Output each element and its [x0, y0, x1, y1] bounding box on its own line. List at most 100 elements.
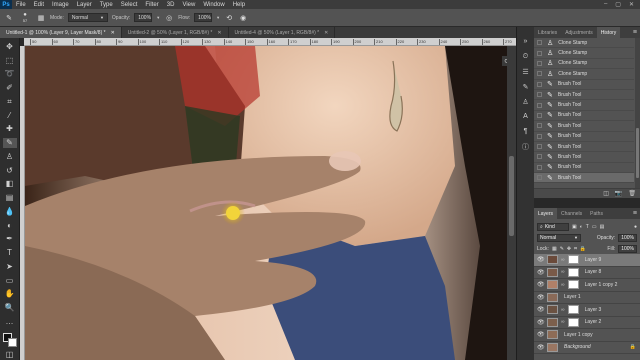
brush-preset-icon[interactable]: ● 57	[18, 12, 32, 23]
history-source-checkbox[interactable]	[537, 102, 542, 108]
lock-position-icon[interactable]: ✥	[567, 246, 571, 252]
history-state[interactable]: ✎ Brush Tool	[534, 111, 634, 122]
hand-tool-icon[interactable]: ✋	[3, 290, 17, 300]
type-tool-icon[interactable]: T	[3, 248, 17, 258]
maximize-icon[interactable]: ▢	[615, 1, 621, 8]
layer-mask-thumbnail[interactable]	[567, 305, 579, 315]
lock-icon[interactable]: 🔒	[630, 344, 636, 350]
layer-row[interactable]: 👁 ∞ Layer 3	[534, 304, 640, 317]
shape-tool-icon[interactable]: ▭	[3, 276, 17, 286]
history-state[interactable]: ♙ Clone Stamp	[534, 48, 634, 59]
layer-thumbnail[interactable]	[547, 255, 558, 265]
eraser-tool-icon[interactable]: ◧	[3, 180, 17, 190]
layer-thumbnail[interactable]	[547, 330, 558, 340]
layer-row[interactable]: 👁 ∞ Layer 1 copy 2	[534, 279, 640, 292]
history-state[interactable]: ✎ Brush Tool	[534, 173, 634, 184]
layer-thumbnail[interactable]	[547, 292, 558, 302]
tab-paths[interactable]: Paths	[586, 208, 607, 219]
menu-layer[interactable]: Layer	[73, 2, 96, 8]
close-icon[interactable]: ✕	[324, 30, 328, 36]
mask-link-icon[interactable]: ∞	[561, 269, 565, 275]
pressure-size-icon[interactable]: ◉	[238, 13, 248, 23]
history-scrollbar[interactable]	[635, 38, 640, 188]
visibility-eye-icon[interactable]: 👁	[537, 269, 545, 276]
history-source-checkbox[interactable]	[537, 144, 542, 150]
filter-toggle-icon[interactable]: ●	[634, 224, 637, 230]
layer-thumbnail[interactable]	[547, 305, 558, 315]
layer-mask-thumbnail[interactable]	[567, 280, 579, 290]
lock-all-icon[interactable]: 🔒	[580, 246, 586, 252]
properties-panel-icon[interactable]: ☰	[521, 67, 531, 76]
layer-opacity-input[interactable]: 100%	[618, 233, 637, 242]
canvas-vertical-scrollbar[interactable]	[507, 46, 516, 360]
filter-type-icon[interactable]: T	[586, 224, 589, 230]
crop-tool-icon[interactable]: ⌗	[3, 97, 17, 107]
color-swatches[interactable]	[2, 332, 17, 347]
lasso-tool-icon[interactable]: ➰	[3, 70, 17, 80]
filter-pixel-icon[interactable]: ▣	[572, 224, 577, 230]
history-state[interactable]: ✎ Brush Tool	[534, 90, 634, 101]
menu-image[interactable]: Image	[48, 2, 73, 8]
filter-shape-icon[interactable]: ▭	[592, 224, 597, 230]
airbrush-icon[interactable]: ⟲	[224, 13, 234, 23]
blur-tool-icon[interactable]: 💧	[3, 207, 17, 217]
blend-mode-select[interactable]: Normal ▼	[537, 233, 581, 242]
opacity-input[interactable]: 100%	[134, 13, 153, 22]
more-tools-icon[interactable]: …	[3, 317, 17, 327]
layer-row[interactable]: 👁 Background 🔒	[534, 342, 640, 354]
background-color-swatch[interactable]	[7, 337, 17, 347]
history-state[interactable]: ✎ Brush Tool	[534, 163, 634, 174]
visibility-eye-icon[interactable]: 👁	[537, 256, 545, 263]
history-source-checkbox[interactable]	[537, 71, 542, 77]
gradient-tool-icon[interactable]: ▤	[3, 193, 17, 203]
tab-adjustments[interactable]: Adjustments	[561, 27, 597, 38]
brush-tool-icon[interactable]: ✎	[4, 13, 14, 23]
clone-source-icon[interactable]: ♙	[521, 97, 531, 106]
history-source-checkbox[interactable]	[537, 81, 542, 87]
history-state[interactable]: ♙ Clone Stamp	[534, 69, 634, 80]
layer-mask-thumbnail[interactable]	[567, 317, 579, 327]
doc-tab-untitled-4[interactable]: Untitled-4 @ 50% (Layer 1, RGB/8#) * ✕	[229, 27, 336, 38]
menu-window[interactable]: Window	[199, 2, 228, 8]
zoom-tool-icon[interactable]: 🔍	[3, 303, 17, 313]
tab-layers[interactable]: Layers	[534, 208, 558, 219]
pressure-opacity-icon[interactable]: ◎	[164, 13, 174, 23]
layer-row[interactable]: 👁 ∞ Layer 9	[534, 254, 640, 267]
history-source-checkbox[interactable]	[537, 40, 542, 46]
history-state[interactable]: ♙ Clone Stamp	[534, 38, 634, 49]
layer-row[interactable]: 👁 Layer 1	[534, 292, 640, 304]
visibility-eye-icon[interactable]: 👁	[537, 281, 545, 288]
doc-tab-untitled-1[interactable]: Untitled-1 @ 100% (Layer 9, Layer Mask/8…	[0, 27, 122, 38]
clone-stamp-tool-icon[interactable]: ♙	[3, 152, 17, 162]
history-source-checkbox[interactable]	[537, 92, 542, 98]
minimize-icon[interactable]: –	[604, 1, 607, 8]
history-source-checkbox[interactable]	[537, 164, 542, 170]
mask-link-icon[interactable]: ∞	[561, 257, 565, 263]
eyedropper-tool-icon[interactable]: ⁄	[3, 111, 17, 121]
layer-row[interactable]: 👁 ∞ Layer 2	[534, 317, 640, 329]
menu-file[interactable]: File	[12, 2, 30, 8]
menu-3d[interactable]: 3D	[163, 2, 179, 8]
menu-edit[interactable]: Edit	[30, 2, 48, 8]
lock-transparency-icon[interactable]: ▦	[552, 246, 557, 252]
chevron-down-icon[interactable]: ▼	[156, 15, 160, 20]
healing-brush-tool-icon[interactable]: ✚	[3, 125, 17, 135]
marquee-tool-icon[interactable]: ⬚	[3, 56, 17, 66]
layer-thumbnail[interactable]	[547, 280, 558, 290]
tab-libraries[interactable]: Libraries	[534, 27, 561, 38]
collapse-panels-icon[interactable]: »	[521, 37, 531, 46]
filter-kind-select[interactable]: ⌕ Kind	[537, 222, 569, 231]
history-state[interactable]: ♙ Clone Stamp	[534, 59, 634, 70]
quick-mask-icon[interactable]: ◫	[3, 350, 17, 360]
layer-mask-thumbnail[interactable]	[567, 267, 579, 277]
filter-adjustment-icon[interactable]: ◐	[580, 224, 583, 230]
visibility-eye-icon[interactable]: 👁	[537, 331, 545, 338]
scrollbar-thumb[interactable]	[509, 156, 514, 236]
quick-select-tool-icon[interactable]: ✐	[3, 83, 17, 93]
snapshot-icon[interactable]: ◫	[603, 190, 609, 197]
tab-history[interactable]: History	[596, 27, 621, 38]
pen-tool-icon[interactable]: ✒	[3, 235, 17, 245]
close-icon[interactable]: ✕	[629, 1, 634, 8]
history-source-checkbox[interactable]	[537, 154, 542, 160]
history-state[interactable]: ✎ Brush Tool	[534, 152, 634, 163]
